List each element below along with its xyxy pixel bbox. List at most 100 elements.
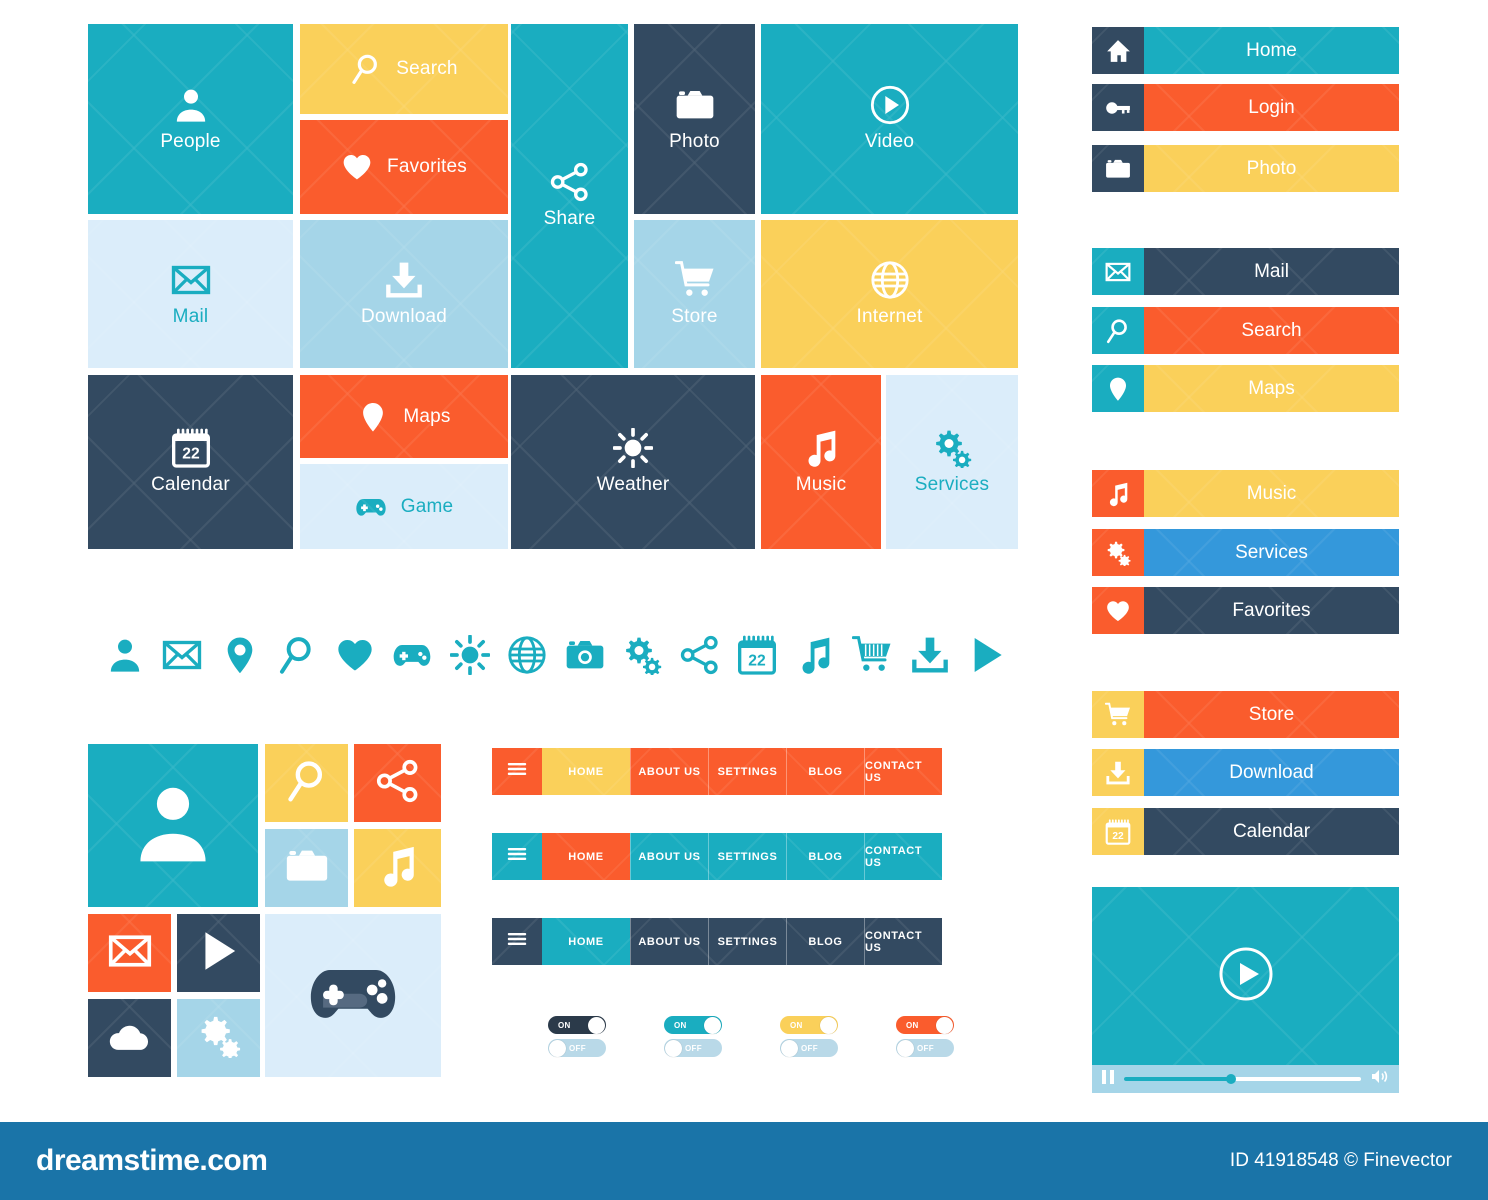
list-button-download[interactable]: Download: [1092, 749, 1399, 796]
toggle-knob[interactable]: [820, 1016, 837, 1034]
tile-music[interactable]: Music: [761, 375, 881, 549]
navbar-2[interactable]: HOME ABOUT US SETTINGS BLOG CONTACT US: [492, 833, 942, 880]
video-progress-track[interactable]: [1124, 1074, 1361, 1084]
pause-icon[interactable]: [1102, 1069, 1114, 1089]
tile-mail[interactable]: Mail: [88, 220, 293, 368]
nav-item-blog[interactable]: BLOG: [786, 833, 864, 880]
list-button-label: Mail: [1254, 260, 1289, 282]
tile-services[interactable]: Services: [886, 375, 1018, 549]
nav-item-home[interactable]: HOME: [542, 833, 630, 880]
toggle-off[interactable]: OFF: [664, 1039, 722, 1057]
gears-icon: [1092, 529, 1144, 576]
heart-icon: [341, 151, 373, 183]
play-circle-icon[interactable]: [1218, 946, 1274, 1007]
nav-item-about-us[interactable]: ABOUT US: [630, 918, 708, 965]
toggle-knob[interactable]: [588, 1016, 605, 1034]
sun-icon: [613, 428, 653, 468]
volume-icon[interactable]: [1371, 1069, 1389, 1089]
nav-item-contact-us[interactable]: CONTACT US: [864, 833, 942, 880]
toggle-on[interactable]: ON: [664, 1016, 722, 1034]
mini-tile-gears[interactable]: [177, 999, 260, 1077]
nav-item-settings[interactable]: SETTINGS: [708, 918, 786, 965]
nav-item-home[interactable]: HOME: [542, 748, 630, 795]
person-icon: [96, 624, 154, 686]
gamepad-icon: [384, 624, 442, 686]
list-button-photo[interactable]: Photo: [1092, 145, 1399, 192]
nav-item-blog[interactable]: BLOG: [786, 748, 864, 795]
toggle-off[interactable]: OFF: [896, 1039, 954, 1057]
list-button-music[interactable]: Music: [1092, 470, 1399, 517]
list-button-login[interactable]: Login: [1092, 84, 1399, 131]
tile-internet[interactable]: Internet: [761, 220, 1018, 368]
tile-share[interactable]: Share: [511, 24, 628, 368]
nav-item-about-us[interactable]: ABOUT US: [630, 748, 708, 795]
hamburger-menu-button[interactable]: [492, 918, 542, 965]
tile-people[interactable]: People: [88, 24, 293, 214]
mini-tile-search[interactable]: [265, 744, 348, 822]
nav-item-settings[interactable]: SETTINGS: [708, 833, 786, 880]
nav-item-label: HOME: [568, 935, 604, 948]
navbar-3[interactable]: HOME ABOUT US SETTINGS BLOG CONTACT US: [492, 918, 942, 965]
toggle-knob[interactable]: [704, 1016, 721, 1034]
list-button-store[interactable]: Store: [1092, 691, 1399, 738]
mini-tile-music[interactable]: [354, 829, 441, 907]
tile-video[interactable]: Video: [761, 24, 1018, 214]
tile-game[interactable]: Game: [300, 464, 508, 549]
list-button-label: Photo: [1246, 157, 1297, 179]
tile-label: Mail: [172, 306, 209, 327]
mini-tile-camera[interactable]: [265, 829, 348, 907]
list-button-favorites[interactable]: Favorites: [1092, 587, 1399, 634]
list-button-maps[interactable]: Maps: [1092, 365, 1399, 412]
tile-calendar[interactable]: 22 Calendar: [88, 375, 293, 549]
mini-tile-gamepad-big[interactable]: [265, 914, 441, 1077]
list-button-mail[interactable]: Mail: [1092, 248, 1399, 295]
cart-icon: [674, 260, 715, 300]
toggle-pair-1: ON OFF: [548, 1016, 608, 1057]
nav-item-label: HOME: [568, 850, 604, 863]
toggle-on[interactable]: ON: [780, 1016, 838, 1034]
mini-tile-play-triangle[interactable]: [177, 914, 260, 992]
tile-search[interactable]: Search: [300, 24, 508, 114]
video-player[interactable]: [1092, 887, 1399, 1093]
tile-favorites[interactable]: Favorites: [300, 120, 508, 214]
nav-item-contact-us[interactable]: CONTACT US: [864, 918, 942, 965]
nav-item-settings[interactable]: SETTINGS: [708, 748, 786, 795]
mini-tile-cloud[interactable]: [88, 999, 171, 1077]
tile-weather[interactable]: Weather: [511, 375, 755, 549]
toggle-off[interactable]: OFF: [548, 1039, 606, 1057]
toggle-knob[interactable]: [549, 1039, 566, 1057]
navbar-1[interactable]: HOME ABOUT US SETTINGS BLOG CONTACT US: [492, 748, 942, 795]
video-progress-thumb[interactable]: [1225, 1074, 1236, 1084]
video-screen[interactable]: [1092, 887, 1399, 1065]
toggle-on-label: ON: [674, 1020, 687, 1030]
tile-store[interactable]: Store: [634, 220, 755, 368]
mini-tile-person[interactable]: [88, 744, 258, 907]
tile-maps[interactable]: Maps: [300, 375, 508, 458]
mini-tile-envelope[interactable]: [88, 914, 171, 992]
nav-item-contact-us[interactable]: CONTACT US: [864, 748, 942, 795]
toggle-knob[interactable]: [936, 1016, 953, 1034]
hamburger-menu-button[interactable]: [492, 748, 542, 795]
toggle-on[interactable]: ON: [896, 1016, 954, 1034]
toggle-off[interactable]: OFF: [780, 1039, 838, 1057]
envelope-icon: [108, 929, 152, 978]
nav-item-blog[interactable]: BLOG: [786, 918, 864, 965]
nav-item-about-us[interactable]: ABOUT US: [630, 833, 708, 880]
toggle-on[interactable]: ON: [548, 1016, 606, 1034]
toggle-knob[interactable]: [781, 1039, 798, 1057]
mini-tile-share[interactable]: [354, 744, 441, 822]
list-button-services[interactable]: Services: [1092, 529, 1399, 576]
tile-photo[interactable]: Photo: [634, 24, 755, 214]
toggle-knob[interactable]: [897, 1039, 914, 1057]
tile-download[interactable]: Download: [300, 220, 508, 368]
toggle-knob[interactable]: [665, 1039, 682, 1057]
hamburger-menu-button[interactable]: [492, 833, 542, 880]
nav-item-home[interactable]: HOME: [542, 918, 630, 965]
video-controls[interactable]: [1092, 1065, 1399, 1093]
share-icon: [376, 759, 420, 808]
list-button-home[interactable]: Home: [1092, 27, 1399, 74]
list-button-calendar[interactable]: 22 Calendar: [1092, 808, 1399, 855]
list-button-search[interactable]: Search: [1092, 307, 1399, 354]
toggle-on-label: ON: [790, 1020, 803, 1030]
tile-label: Maps: [403, 405, 451, 427]
